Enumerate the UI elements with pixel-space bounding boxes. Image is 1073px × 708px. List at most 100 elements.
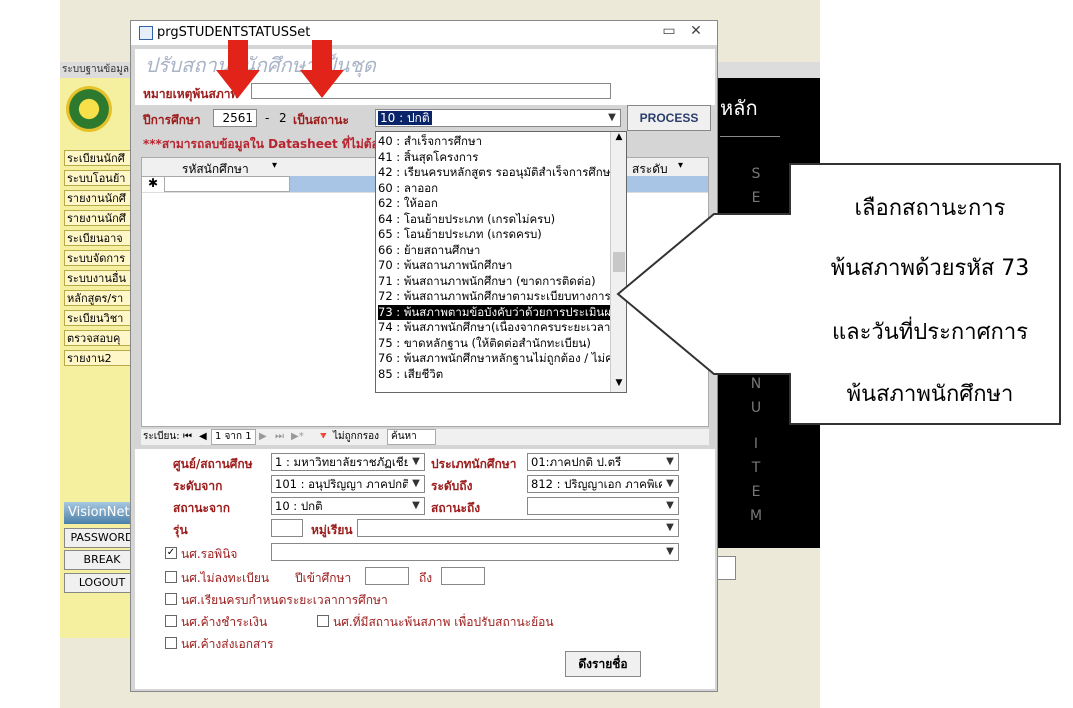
docs-label: นศ.ค้างส่งเอกสาร [181,637,274,651]
chevron-down-icon[interactable]: ▼ [408,476,424,492]
entry-year-from-input[interactable] [365,567,409,585]
list-item-selected[interactable]: 73 : พ้นสภาพตามข้อบังคับว่าด้วยการประเมิ… [378,304,610,320]
callout-text-line: พ้นสภาพนักศึกษา [846,382,1014,407]
chevron-down-icon[interactable]: ▼ [662,544,678,560]
student-type-label: ประเภทนักศึกษา [431,457,517,471]
last-record-icon[interactable]: ⏭ [275,429,284,445]
nav-item[interactable]: หลักสูตร/รา [64,290,140,306]
nav-item[interactable]: ระเบียนอาจ [64,230,140,246]
list-item[interactable]: 64 : โอนย้ายประเภท (เกรดไม่ครบ) [378,212,610,228]
status-to-label: สถานะถึง [431,501,481,515]
pending-label: นศ.รอพินิจ [181,547,238,561]
list-item[interactable]: 70 : พ้นสถานภาพนักศึกษา [378,258,610,274]
year-input[interactable]: 2561 [213,109,257,127]
nav-item[interactable]: ระเบียนนักศึ [64,150,140,166]
chevron-down-icon[interactable]: ▼ [662,476,678,492]
list-item[interactable]: 62 : ให้ออก [378,196,610,212]
filter-icon[interactable]: 🔻 [317,429,329,445]
level-to-combobox[interactable]: 812 : ปริญญาเอก ภาคพิเศษ ▼ [527,475,679,493]
nav-item[interactable]: ระบบโอนย้า [64,170,140,186]
nav-item[interactable]: ตรวจสอบคุ [64,330,140,346]
status-label: เป็นสถานะ [293,113,349,127]
divider [720,136,780,137]
list-item[interactable]: 41 : สิ้นสุดโครงการ [378,150,610,166]
status-to-combobox[interactable]: ▼ [527,497,679,515]
batch-input[interactable] [271,519,303,537]
callout-text-line: เลือกสถานะการ [854,196,1006,221]
entry-year-to-input[interactable] [441,567,485,585]
minimize-button[interactable]: ▭ [661,23,677,41]
list-item[interactable]: 76 : พ้นสภาพนักศึกษาหลักฐานไม่ถูกต้อง / … [378,351,610,367]
next-record-icon[interactable]: ▶ [259,429,267,445]
list-item[interactable]: 65 : โอนย้ายประเภท (เกรดครบ) [378,227,610,243]
form-icon [139,26,153,40]
docs-checkbox[interactable] [165,637,177,649]
level-to-value: 812 : ปริญญาเอก ภาคพิเศษ [531,477,674,491]
status-combobox[interactable]: 10 : ปกติ ▼ [375,109,621,127]
chevron-down-icon[interactable]: ▼ [408,454,424,470]
university-logo [66,86,112,132]
group-combobox[interactable]: ▼ [357,519,679,537]
year-label: ปีการศึกษา [143,113,201,127]
nav-item[interactable]: ระบบงานอื่น [64,270,140,286]
first-record-icon[interactable]: ⏮ [183,429,192,445]
nav-item[interactable]: ระเบียนวิชา [64,310,140,326]
list-item[interactable]: 66 : ย้ายสถานศึกษา [378,243,610,259]
not-registered-checkbox[interactable] [165,571,177,583]
logout-button[interactable]: LOGOUT [64,573,140,593]
pull-list-button[interactable]: ดึงรายชื่อ [565,651,641,677]
student-id-cell[interactable] [164,176,290,192]
list-item[interactable]: 85 : เสียชีวิต [378,367,610,383]
input-box[interactable] [716,556,736,580]
search-input[interactable]: ค้นหา [387,429,436,445]
pending-combobox[interactable]: ▼ [271,543,679,561]
main-menu-heading: หลัก [720,96,758,120]
list-item[interactable]: 71 : พ้นสถานภาพนักศึกษา (ขาดการติดต่อ) [378,274,610,290]
owing-checkbox[interactable] [165,615,177,627]
callout-text-line: พ้นสภาพด้วยรหัส 73 [830,256,1030,281]
new-record-icon[interactable]: ▶* [291,429,304,445]
list-item[interactable]: 72 : พ้นสถานภาพนักศึกษาตามระเบียบทางการศ… [378,289,610,305]
status-from-value: 10 : ปกติ [275,499,323,513]
center-combobox[interactable]: 1 : มหาวิทยาลัยราชภัฏเชียงใหม่ ▼ [271,453,425,471]
sort-chevron-icon[interactable]: ▾ [272,160,277,171]
status-dropdown-list[interactable]: 40 : สำเร็จการศึกษา 41 : สิ้นสุดโครงการ … [375,131,627,393]
to-label: ถึง [419,571,433,585]
group-label: หมู่เรียน [311,523,353,537]
status-from-combobox[interactable]: 10 : ปกติ ▼ [271,497,425,515]
list-item[interactable]: 60 : ลาออก [378,181,610,197]
new-record-marker: ✱ [148,176,159,190]
completed-label: นศ.เรียนครบกำหนดระยะเวลาการศึกษา [181,593,388,607]
filter-status-label[interactable]: ไม่ถูกกรอง [333,429,379,445]
list-item[interactable]: 75 : ขาดหลักฐาน (ให้ติดต่อสำนักทะเบียน) [378,336,610,352]
close-button[interactable]: ✕ [687,23,705,41]
chevron-down-icon[interactable]: ▼ [662,454,678,470]
student-type-combobox[interactable]: 01:ภาคปกติ ป.ตรี ▼ [527,453,679,471]
pending-checkbox[interactable]: ✓ [165,547,177,559]
chevron-down-icon[interactable]: ▼ [604,110,620,126]
scroll-up-icon[interactable]: ▲ [611,132,626,146]
list-item[interactable]: 42 : เรียนครบหลักสูตร รออนุมัติสำเร็จการ… [378,165,610,181]
chevron-down-icon[interactable]: ▼ [662,498,678,514]
chevron-down-icon[interactable]: ▼ [408,498,424,514]
list-item[interactable]: 74 : พ้นสภาพนักศึกษา(เนื่องจากครบระยะเวล… [378,320,610,336]
process-button[interactable]: PROCESS [627,105,711,131]
record-position-input[interactable]: 1 จาก 1 [211,429,256,445]
nav-item[interactable]: รายงานนักศึ [64,190,140,206]
callout-text-line: และวันที่ประกาศการ [831,320,1029,345]
filter-section: ศูนย์/สถานศึกษ 1 : มหาวิทยาลัยราชภัฏเชีย… [135,449,715,689]
completed-checkbox[interactable] [165,593,177,605]
status-adjust-checkbox[interactable] [317,615,329,627]
level-from-label: ระดับจาก [173,479,223,493]
prev-record-icon[interactable]: ◀ [199,429,207,445]
password-button[interactable]: PASSWORD [64,528,140,548]
center-value: 1 : มหาวิทยาลัยราชภัฏเชียงใหม่ [275,455,425,469]
nav-item[interactable]: รายงาน2 [64,350,140,366]
break-button[interactable]: BREAK [64,550,140,570]
level-from-combobox[interactable]: 101 : อนุปริญญา ภาคปกติ ▼ [271,475,425,493]
chevron-down-icon[interactable]: ▼ [662,520,678,536]
nav-item[interactable]: รายงานนักศึ [64,210,140,226]
nav-item[interactable]: ระบบจัดการ [64,250,140,266]
list-item[interactable]: 40 : สำเร็จการศึกษา [378,134,610,150]
status-from-label: สถานะจาก [173,501,231,515]
